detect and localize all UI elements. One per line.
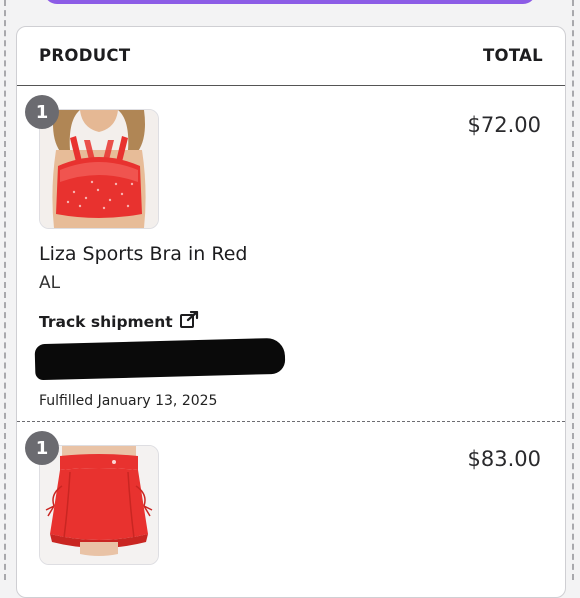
product-image[interactable] — [39, 109, 159, 229]
external-link-icon — [179, 310, 199, 333]
product-column-header: PRODUCT — [39, 46, 131, 65]
track-shipment-link[interactable]: Track shipment — [39, 310, 199, 333]
dashed-border-right — [572, 0, 574, 580]
line-item-price: $83.00 — [467, 447, 541, 471]
line-item-price: $72.00 — [467, 113, 541, 137]
fulfillment-status: Fulfilled January 13, 2025 — [39, 393, 218, 409]
product-image[interactable] — [39, 445, 159, 565]
total-column-header: TOTAL — [482, 46, 543, 65]
product-title[interactable]: Liza Sports Bra in Red — [39, 243, 247, 265]
quantity-badge: 1 — [25, 95, 59, 129]
dashed-border-left — [4, 0, 6, 580]
checkout-button-edge[interactable] — [44, 0, 536, 4]
line-item: 1 $72.00 Liza Sports Bra in Red AL Track… — [17, 87, 565, 422]
quantity-badge: 1 — [25, 431, 59, 465]
order-summary-card: PRODUCT TOTAL 1 $72.00 Liza Sports Bra i… — [16, 26, 566, 598]
line-item: 1 $83.00 — [17, 423, 565, 597]
track-shipment-label: Track shipment — [39, 313, 173, 331]
product-variant: AL — [39, 273, 61, 293]
redaction-mark — [34, 337, 286, 381]
table-header: PRODUCT TOTAL — [17, 27, 565, 86]
